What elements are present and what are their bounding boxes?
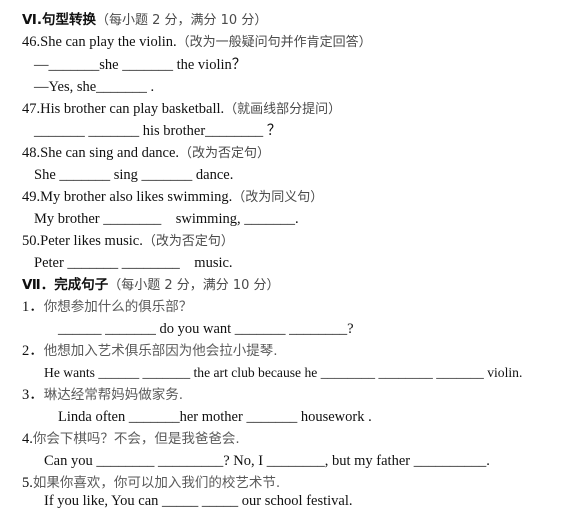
item-3-answer-line: Linda often _______her mother _______ ho… — [58, 409, 372, 425]
item-1-answer-line: ______ _______ do you want _______ _____… — [58, 321, 354, 337]
question-number-50: 50. — [22, 233, 41, 249]
item-2-prompt: 2．他想加入艺术俱乐部因为他会拉小提琴. — [0, 343, 562, 359]
question-number-49: 49. — [22, 189, 41, 205]
question-47-answer-line: _______ _______ his brother________ ？ — [34, 123, 282, 139]
question-46-answer-line-2: —Yes, she_______ . — [34, 79, 155, 95]
item-number-5: 5. — [22, 475, 33, 491]
question-50-answer-line: Peter _______ ________ music. — [34, 255, 233, 271]
item-4-answer-line: Can you ________ _________? No, I ______… — [44, 453, 490, 469]
question-48-instruction-cn: （改为否定句） — [179, 146, 271, 161]
section-scoring-note: （每小题 2 分，满分 10 分） — [95, 13, 268, 28]
question-49-stem: 49.My brother also likes swimming.（改为同义句… — [0, 189, 562, 206]
question-number-48: 48. — [22, 145, 41, 161]
worksheet-page: Ⅵ.句型转换（每小题 2 分，满分 10 分） 46.She can play … — [0, 0, 562, 511]
question-49-instruction-cn: （改为同义句） — [232, 190, 324, 205]
item-3-prompt: 3．琳达经常帮妈妈做家务. — [0, 387, 562, 403]
question-49-english: My brother also likes swimming. — [40, 189, 233, 205]
section7-scoring-note: （每小题 2 分，满分 10 分） — [108, 278, 280, 293]
question-50-instruction-cn: （改为否定句） — [142, 234, 234, 249]
question-47-english: His brother can play basketball. — [40, 101, 225, 117]
item-number-2: 2． — [22, 343, 44, 359]
section7-roman-numeral: Ⅶ — [22, 277, 41, 293]
item-2-answer-line: He wants ______ _______ the art club bec… — [44, 365, 523, 380]
section-heading-6: Ⅵ.句型转换（每小题 2 分，满分 10 分） — [0, 12, 562, 29]
question-47-instruction-cn: （就画线部分提问） — [224, 102, 342, 117]
section7-roman-dot: ． — [40, 277, 55, 293]
section-title-cn: 句型转换 — [41, 12, 96, 28]
question-50-english: Peter likes music. — [40, 233, 143, 249]
item-5-chinese: 如果你喜欢，你可以加入我们的校艺术节. — [32, 475, 281, 491]
item-number-3: 3． — [22, 387, 44, 403]
item-2-chinese: 他想加入艺术俱乐部因为他会拉小提琴. — [43, 343, 278, 359]
question-48-answer-line: She _______ sing _______ dance. — [34, 167, 234, 183]
item-4-prompt: 4.你会下棋吗？不会，但是我爸爸会. — [0, 431, 562, 447]
question-46-stem: 46.She can play the violin.（改为一般疑问句并作肯定回… — [0, 34, 562, 51]
question-50-stem: 50.Peter likes music.（改为否定句） — [0, 233, 562, 250]
section7-title-cn: 完成句子 — [54, 277, 109, 293]
section-roman-numeral: Ⅵ — [22, 12, 37, 28]
question-48-stem: 48.She can sing and dance.（改为否定句） — [0, 145, 562, 162]
question-46-english: She can play the violin. — [40, 34, 177, 50]
item-number-1: 1． — [22, 299, 44, 315]
item-1-chinese: 你想参加什么的俱乐部？ — [43, 299, 193, 315]
item-number-4: 4. — [22, 431, 33, 447]
item-4-chinese: 你会下棋吗？不会，但是我爸爸会. — [32, 431, 240, 447]
item-5-answer-line: If you like, You can _____ _____ our sch… — [44, 493, 353, 509]
question-49-answer-line: My brother ________ swimming, _______. — [34, 211, 299, 227]
question-46-instruction-cn: （改为一般疑问句并作肯定回答） — [176, 35, 372, 50]
question-47-stem: 47.His brother can play basketball.（就画线部… — [0, 101, 562, 118]
question-48-english: She can sing and dance. — [40, 145, 180, 161]
item-1-prompt: 1．你想参加什么的俱乐部？ — [0, 299, 562, 315]
question-number-47: 47. — [22, 101, 41, 117]
section-heading-7: Ⅶ．完成句子（每小题 2 分，满分 10 分） — [0, 277, 562, 294]
item-3-chinese: 琳达经常帮妈妈做家务. — [43, 387, 184, 403]
question-number-46: 46. — [22, 34, 41, 50]
item-5-prompt: 5.如果你喜欢，你可以加入我们的校艺术节. — [0, 475, 562, 491]
question-46-answer-line-1: —_______she _______ the violin？ — [34, 57, 247, 73]
